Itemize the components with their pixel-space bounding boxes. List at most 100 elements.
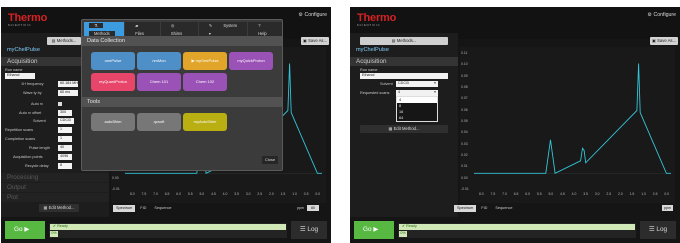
go-button[interactable]: Go ▶ bbox=[354, 221, 394, 239]
acq-points-field[interactable]: 4096 bbox=[58, 154, 72, 160]
recycle-delay-field[interactable]: 8 bbox=[58, 163, 72, 169]
methods-button[interactable]: ▤ Methods... bbox=[47, 37, 81, 45]
x-tick-label: 8.0 bbox=[478, 192, 484, 196]
list-icon: ☰ bbox=[299, 226, 306, 233]
save-as-button[interactable]: ▣ Save As... bbox=[301, 37, 329, 45]
tile-nmmon[interactable]: nmMon bbox=[137, 52, 181, 70]
spectrum-plot[interactable]: 0.110.100.090.080.070.060.050.040.030.02… bbox=[460, 47, 675, 203]
save-icon: ▣ bbox=[303, 38, 307, 43]
methods-button[interactable]: ▤ Methods... bbox=[360, 37, 448, 45]
play-icon: ▶ bbox=[373, 226, 379, 233]
y-tick-label: 0.01 bbox=[461, 164, 468, 169]
y-tick-label: 0.02 bbox=[461, 153, 468, 157]
auto-rx-checkbox[interactable] bbox=[58, 102, 62, 106]
tile-chem102[interactable]: Chem 102 bbox=[183, 73, 227, 91]
save-as-label: Save As... bbox=[308, 38, 327, 43]
status-ready-text: Ready bbox=[406, 224, 417, 228]
run-name-label: Run name bbox=[360, 68, 378, 72]
auto-rx-offset-field[interactable]: 300 bbox=[58, 110, 72, 116]
tile-onepulse[interactable]: onePulse bbox=[91, 52, 135, 70]
edit-method-button[interactable]: ▦ Edit Method... bbox=[360, 125, 448, 133]
tile-autoshim[interactable]: autoShim bbox=[91, 113, 135, 131]
list-icon: ☰ bbox=[648, 226, 655, 233]
x-tick-label: 2.5 bbox=[606, 192, 612, 196]
edit-method-button[interactable]: ▦ Edit Method... bbox=[39, 204, 79, 212]
x-tick-label: 3.0 bbox=[594, 192, 600, 196]
y-tick-label: 0.04 bbox=[461, 130, 468, 135]
tile-myautoshim[interactable]: myAutoShim bbox=[183, 113, 227, 131]
play-icon: ▶ bbox=[191, 58, 195, 63]
x-tick-label: 6.0 bbox=[525, 192, 531, 196]
flask-icon: ⚗ bbox=[89, 23, 103, 28]
repetition-scans-field[interactable]: 1 bbox=[58, 127, 72, 133]
save-as-label: Save As... bbox=[657, 38, 676, 43]
tile-chem101[interactable]: Chem 101 bbox=[137, 73, 181, 91]
close-button[interactable]: Close bbox=[262, 156, 278, 164]
methods-icon: ▤ bbox=[51, 38, 56, 43]
x-tick-label: 6.5 bbox=[513, 192, 519, 196]
section-plot[interactable]: Plot bbox=[1, 193, 109, 202]
solvent-select[interactable]: CDCl3 bbox=[58, 118, 74, 124]
tab-spectrum[interactable]: Spectrum bbox=[113, 205, 136, 212]
y-tick-label: 0.08 bbox=[461, 85, 468, 89]
log-button[interactable]: ☰ Log bbox=[640, 221, 676, 239]
logo-subtext: SCIENTIFIC bbox=[8, 24, 32, 27]
run-name-field[interactable]: Ethanol bbox=[5, 73, 35, 79]
tile-myquantproton[interactable]: myQuantProton bbox=[91, 73, 135, 91]
completion-scans-field[interactable]: 1 bbox=[58, 136, 72, 142]
tile-myquickproton[interactable]: myQuickProton bbox=[229, 52, 273, 70]
zoom-unit[interactable]: ppm bbox=[662, 205, 673, 211]
sidebar: ▤ Methods... myChelPulse Acquisition Run… bbox=[350, 33, 458, 217]
status-ready: ✔ Ready bbox=[50, 224, 286, 230]
folder-icon: ▰ bbox=[130, 23, 144, 28]
save-as-button[interactable]: ▣ Save As... bbox=[650, 37, 678, 45]
log-button[interactable]: ☰ Log bbox=[291, 221, 327, 239]
frequency-label: 1H frequency bbox=[21, 82, 44, 86]
x-tick-label: 4.5 bbox=[560, 192, 565, 196]
method-selector-dialog: ⚗ Methods ▰ Files ◎ Shims ✎ System ▾ ? H… bbox=[81, 19, 283, 171]
data-collection-heading: Data Collection bbox=[82, 36, 282, 46]
gear-icon: ⚙ bbox=[298, 12, 304, 18]
tab-fid[interactable]: FID bbox=[137, 205, 149, 212]
configure-button[interactable]: ⚙ Configure bbox=[647, 12, 676, 18]
plot-tabs: Spectrum FID Sequence bbox=[113, 205, 174, 212]
spectrum-chart[interactable] bbox=[460, 47, 675, 203]
tab-sequence[interactable]: Sequence bbox=[492, 205, 515, 212]
section-acquisition[interactable]: Acquisition bbox=[350, 57, 458, 66]
solvent-select[interactable]: CDCl3 ▾ bbox=[396, 81, 438, 87]
tab-system-label: System bbox=[218, 23, 243, 28]
tile-myonepulse[interactable]: ▶ myOnePulse bbox=[183, 52, 227, 70]
y-tick-label: -0.01 bbox=[461, 187, 469, 191]
y-tick-label: 0.00 bbox=[461, 175, 468, 180]
tab-spectrum[interactable]: Spectrum bbox=[454, 205, 477, 212]
status-ready-text: Ready bbox=[57, 224, 68, 228]
scans-value: 4 bbox=[398, 90, 401, 94]
x-tick-label: 0.0 bbox=[664, 192, 670, 196]
frequency-field[interactable]: 60.184 MHz bbox=[58, 81, 78, 87]
status-ready: ✔ Ready bbox=[399, 224, 635, 230]
x-tick-label: 2.5 bbox=[257, 192, 263, 196]
section-processing[interactable]: Processing bbox=[1, 173, 109, 182]
configure-button[interactable]: ⚙ Configure bbox=[298, 12, 327, 18]
tab-sequence[interactable]: Sequence bbox=[151, 205, 174, 212]
wave-field[interactable]: 60 ms bbox=[58, 90, 78, 96]
run-name-field[interactable]: Ethanol bbox=[360, 73, 448, 79]
scans-option[interactable]: 64 bbox=[397, 115, 437, 121]
go-button[interactable]: Go ▶ bbox=[5, 221, 45, 239]
x-tick-label: 4.5 bbox=[211, 192, 216, 196]
app-name: myChelPulse bbox=[7, 47, 40, 53]
shim-icon: ◎ bbox=[165, 23, 180, 28]
zoom-field[interactable]: 80 bbox=[307, 205, 319, 211]
wave-label: Wave ty by bbox=[23, 91, 42, 95]
recycle-delay-label: Recycle delay bbox=[25, 164, 49, 168]
pulse-length-field[interactable]: 40 bbox=[58, 145, 72, 151]
section-output[interactable]: Output bbox=[1, 183, 109, 192]
tile-qcsoft[interactable]: qcsoft bbox=[137, 113, 181, 131]
app-name: myChelPulse bbox=[356, 47, 389, 53]
configure-label: Configure bbox=[304, 12, 328, 18]
x-tick-label: 4.0 bbox=[571, 192, 577, 196]
scans-select[interactable]: 4 ▾ bbox=[396, 90, 438, 96]
status-progress: 0% bbox=[50, 231, 58, 237]
x-tick-label: 2.0 bbox=[618, 192, 623, 196]
tab-fid[interactable]: FID bbox=[478, 205, 490, 212]
